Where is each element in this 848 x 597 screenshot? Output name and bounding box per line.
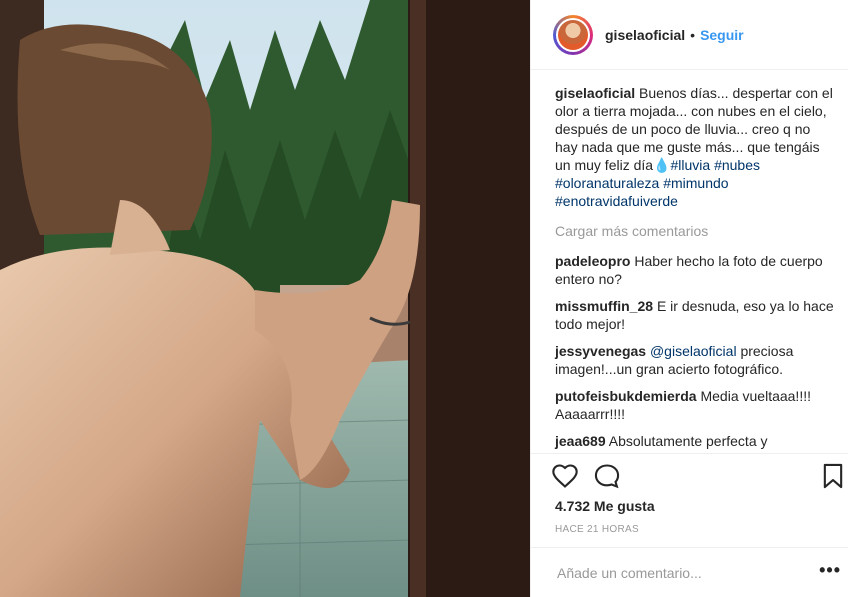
- comment-username[interactable]: jessyvenegas: [555, 343, 646, 359]
- comments-list[interactable]: giselaoficial Buenos días... despertar c…: [531, 70, 848, 453]
- comment-item: jeaa689 Absolutamente perfecta y precios…: [555, 432, 835, 453]
- avatar[interactable]: [553, 14, 593, 55]
- hashtag-oloranaturaleza[interactable]: #oloranaturaleza: [555, 175, 659, 191]
- instagram-post-view: giselaoficial • Seguir giselaoficial Bue…: [0, 0, 848, 597]
- post-side-panel: giselaoficial • Seguir giselaoficial Bue…: [530, 0, 848, 597]
- photo-illustration: [0, 0, 530, 597]
- comment-username[interactable]: putofeisbukdemierda: [555, 388, 697, 404]
- load-more-comments[interactable]: Cargar más comentarios: [555, 222, 835, 240]
- hashtag-enotravidafuiverde[interactable]: #enotravidafuiverde: [555, 193, 678, 209]
- comment-username[interactable]: padeleopro: [555, 253, 630, 269]
- comment-item: missmuffin_28 E ir desnuda, eso ya lo ha…: [555, 297, 835, 333]
- follow-button[interactable]: Seguir: [700, 27, 744, 43]
- likes-count[interactable]: 4.732 Me gusta: [555, 498, 655, 514]
- add-comment-input[interactable]: [555, 560, 789, 586]
- header-separator: •: [690, 26, 696, 43]
- hashtag-mimundo[interactable]: #mimundo: [663, 175, 728, 191]
- hashtag-lluvia[interactable]: #lluvia: [670, 157, 710, 173]
- caption-username[interactable]: giselaoficial: [555, 85, 635, 101]
- more-options-icon[interactable]: •••: [819, 560, 841, 581]
- post-photo[interactable]: [0, 0, 530, 597]
- comment-username[interactable]: jeaa689: [555, 433, 606, 449]
- comment-item: putofeisbukdemierda Media vueltaaa!!!! A…: [555, 387, 835, 423]
- post-timestamp[interactable]: HACE 21 HORAS: [555, 524, 639, 535]
- comment-bubble-icon[interactable]: [593, 462, 623, 492]
- hashtag-nubes[interactable]: #nubes: [714, 157, 760, 173]
- comment-username[interactable]: missmuffin_28: [555, 298, 653, 314]
- post-username[interactable]: giselaoficial: [605, 27, 685, 43]
- post-header: giselaoficial • Seguir: [531, 0, 848, 70]
- avatar-image: [558, 19, 588, 50]
- add-comment-bar: •••: [531, 547, 848, 597]
- comment-item: padeleopro Haber hecho la foto de cuerpo…: [555, 252, 835, 288]
- action-bar: [531, 453, 848, 498]
- caption: giselaoficial Buenos días... despertar c…: [555, 84, 835, 210]
- heart-icon[interactable]: [551, 462, 581, 492]
- comment-mention[interactable]: @giselaoficial: [650, 343, 737, 359]
- bookmark-icon[interactable]: [819, 462, 848, 492]
- comment-item: jessyvenegas @giselaoficial preciosa ima…: [555, 342, 835, 378]
